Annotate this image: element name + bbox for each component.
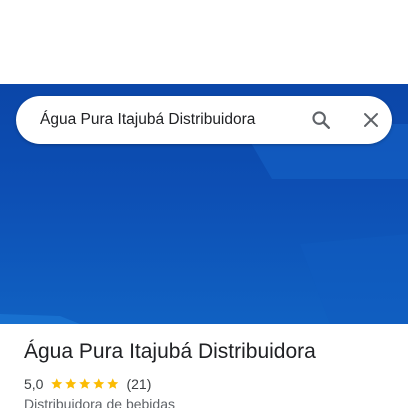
- star-icon: [79, 378, 91, 390]
- star-icon: [65, 378, 77, 390]
- search-icon[interactable]: [306, 105, 336, 135]
- rating-row[interactable]: 5,0 (21): [24, 375, 151, 393]
- search-input[interactable]: Água Pura Itajubá Distribuidora: [40, 96, 255, 144]
- close-icon[interactable]: [356, 105, 386, 135]
- rating-stars: [50, 377, 120, 391]
- rating-value: 5,0: [24, 376, 44, 392]
- star-icon: [93, 378, 105, 390]
- place-title: Água Pura Itajubá Distribuidora: [24, 340, 316, 363]
- place-page: Água Pura Itajubá Distribuidora Água Pur…: [0, 0, 408, 408]
- search-bar[interactable]: Água Pura Itajubá Distribuidora: [16, 96, 392, 144]
- review-count[interactable]: (21): [126, 376, 151, 392]
- place-category[interactable]: Distribuidora de bebidas: [24, 396, 175, 408]
- star-icon: [107, 378, 119, 390]
- star-icon: [51, 378, 63, 390]
